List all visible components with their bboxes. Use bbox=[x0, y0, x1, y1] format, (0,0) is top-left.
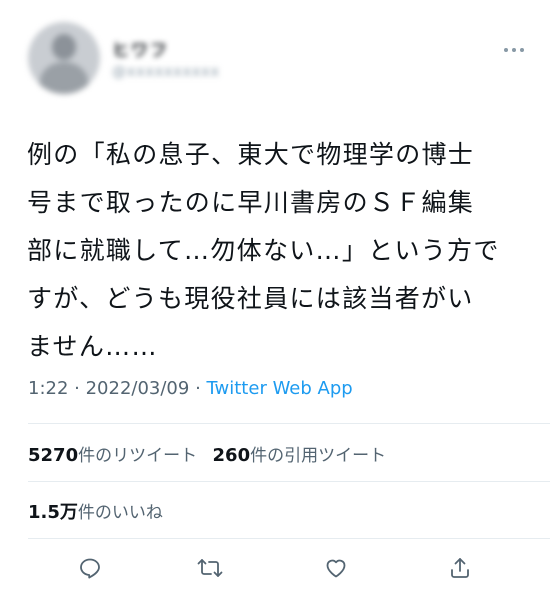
quotes-label: 件の引用ツイート bbox=[250, 446, 387, 466]
more-button[interactable] bbox=[500, 40, 528, 60]
retweet-icon bbox=[197, 559, 223, 577]
share-button[interactable] bbox=[446, 554, 474, 582]
retweet-button[interactable] bbox=[196, 554, 224, 582]
reply-button[interactable] bbox=[76, 554, 104, 582]
retweets-count: 5270 bbox=[28, 445, 79, 466]
user-handle[interactable]: @xxxxxxxxxx bbox=[112, 64, 220, 80]
divider bbox=[28, 481, 550, 482]
tweet-time[interactable]: 1:22 bbox=[28, 378, 68, 399]
tweet-meta: 1:22 · 2022/03/09 · Twitter Web App bbox=[28, 378, 353, 399]
reply-icon bbox=[80, 558, 100, 579]
share-icon bbox=[451, 558, 469, 578]
stats-row-likes: 1.5万件のいいね bbox=[28, 498, 163, 524]
display-name[interactable]: ヒワフ bbox=[112, 36, 169, 61]
action-bar bbox=[0, 544, 550, 592]
avatar-head bbox=[52, 34, 76, 60]
avatar[interactable] bbox=[28, 22, 100, 94]
tweet-text: 例の「私の息子、東大で物理学の博士 号まで取ったのに早川書房のＳＦ編集 部に就職して… bbox=[27, 131, 527, 371]
tweet-card: ヒワフ @xxxxxxxxxx 例の「私の息子、東大で物理学の博士 号まで取ったの… bbox=[0, 0, 550, 592]
stats-row-retweets: 5270件のリツイート 260件の引用ツイート bbox=[28, 441, 386, 466]
tweet-text-line: すが、どうも現役社員には該当者がい bbox=[27, 284, 474, 313]
quotes-count: 260 bbox=[212, 445, 251, 466]
tweet-text-line: 例の「私の息子、東大で物理学の博士 bbox=[27, 140, 475, 169]
like-icon bbox=[326, 559, 346, 578]
like-button[interactable] bbox=[322, 554, 350, 582]
likes-count: 1.5万 bbox=[28, 502, 78, 523]
divider bbox=[28, 423, 550, 424]
likes-label: 件のいいね bbox=[77, 503, 163, 523]
retweets-stat[interactable]: 5270件のリツイート bbox=[28, 445, 198, 466]
quotes-stat[interactable]: 260件の引用ツイート bbox=[212, 445, 387, 466]
meta-separator: · bbox=[68, 378, 86, 399]
retweets-label: 件のリツイート bbox=[78, 446, 198, 466]
tweet-text-line: 号まで取ったのに早川書房のＳＦ編集 bbox=[27, 188, 475, 217]
user-meta: ヒワフ @xxxxxxxxxx bbox=[112, 36, 312, 96]
avatar-shoulders bbox=[40, 62, 88, 94]
more-horizontal-icon bbox=[504, 48, 524, 52]
tweet-source[interactable]: Twitter Web App bbox=[207, 378, 353, 399]
likes-stat[interactable]: 1.5万件のいいね bbox=[28, 502, 163, 523]
divider bbox=[28, 538, 550, 539]
tweet-date[interactable]: 2022/03/09 bbox=[86, 378, 190, 399]
tweet-text-line: 部に就職して…勿体ない…」という方で bbox=[27, 236, 500, 265]
tweet-text-line: ません…… bbox=[27, 332, 158, 361]
meta-separator: · bbox=[189, 378, 207, 399]
